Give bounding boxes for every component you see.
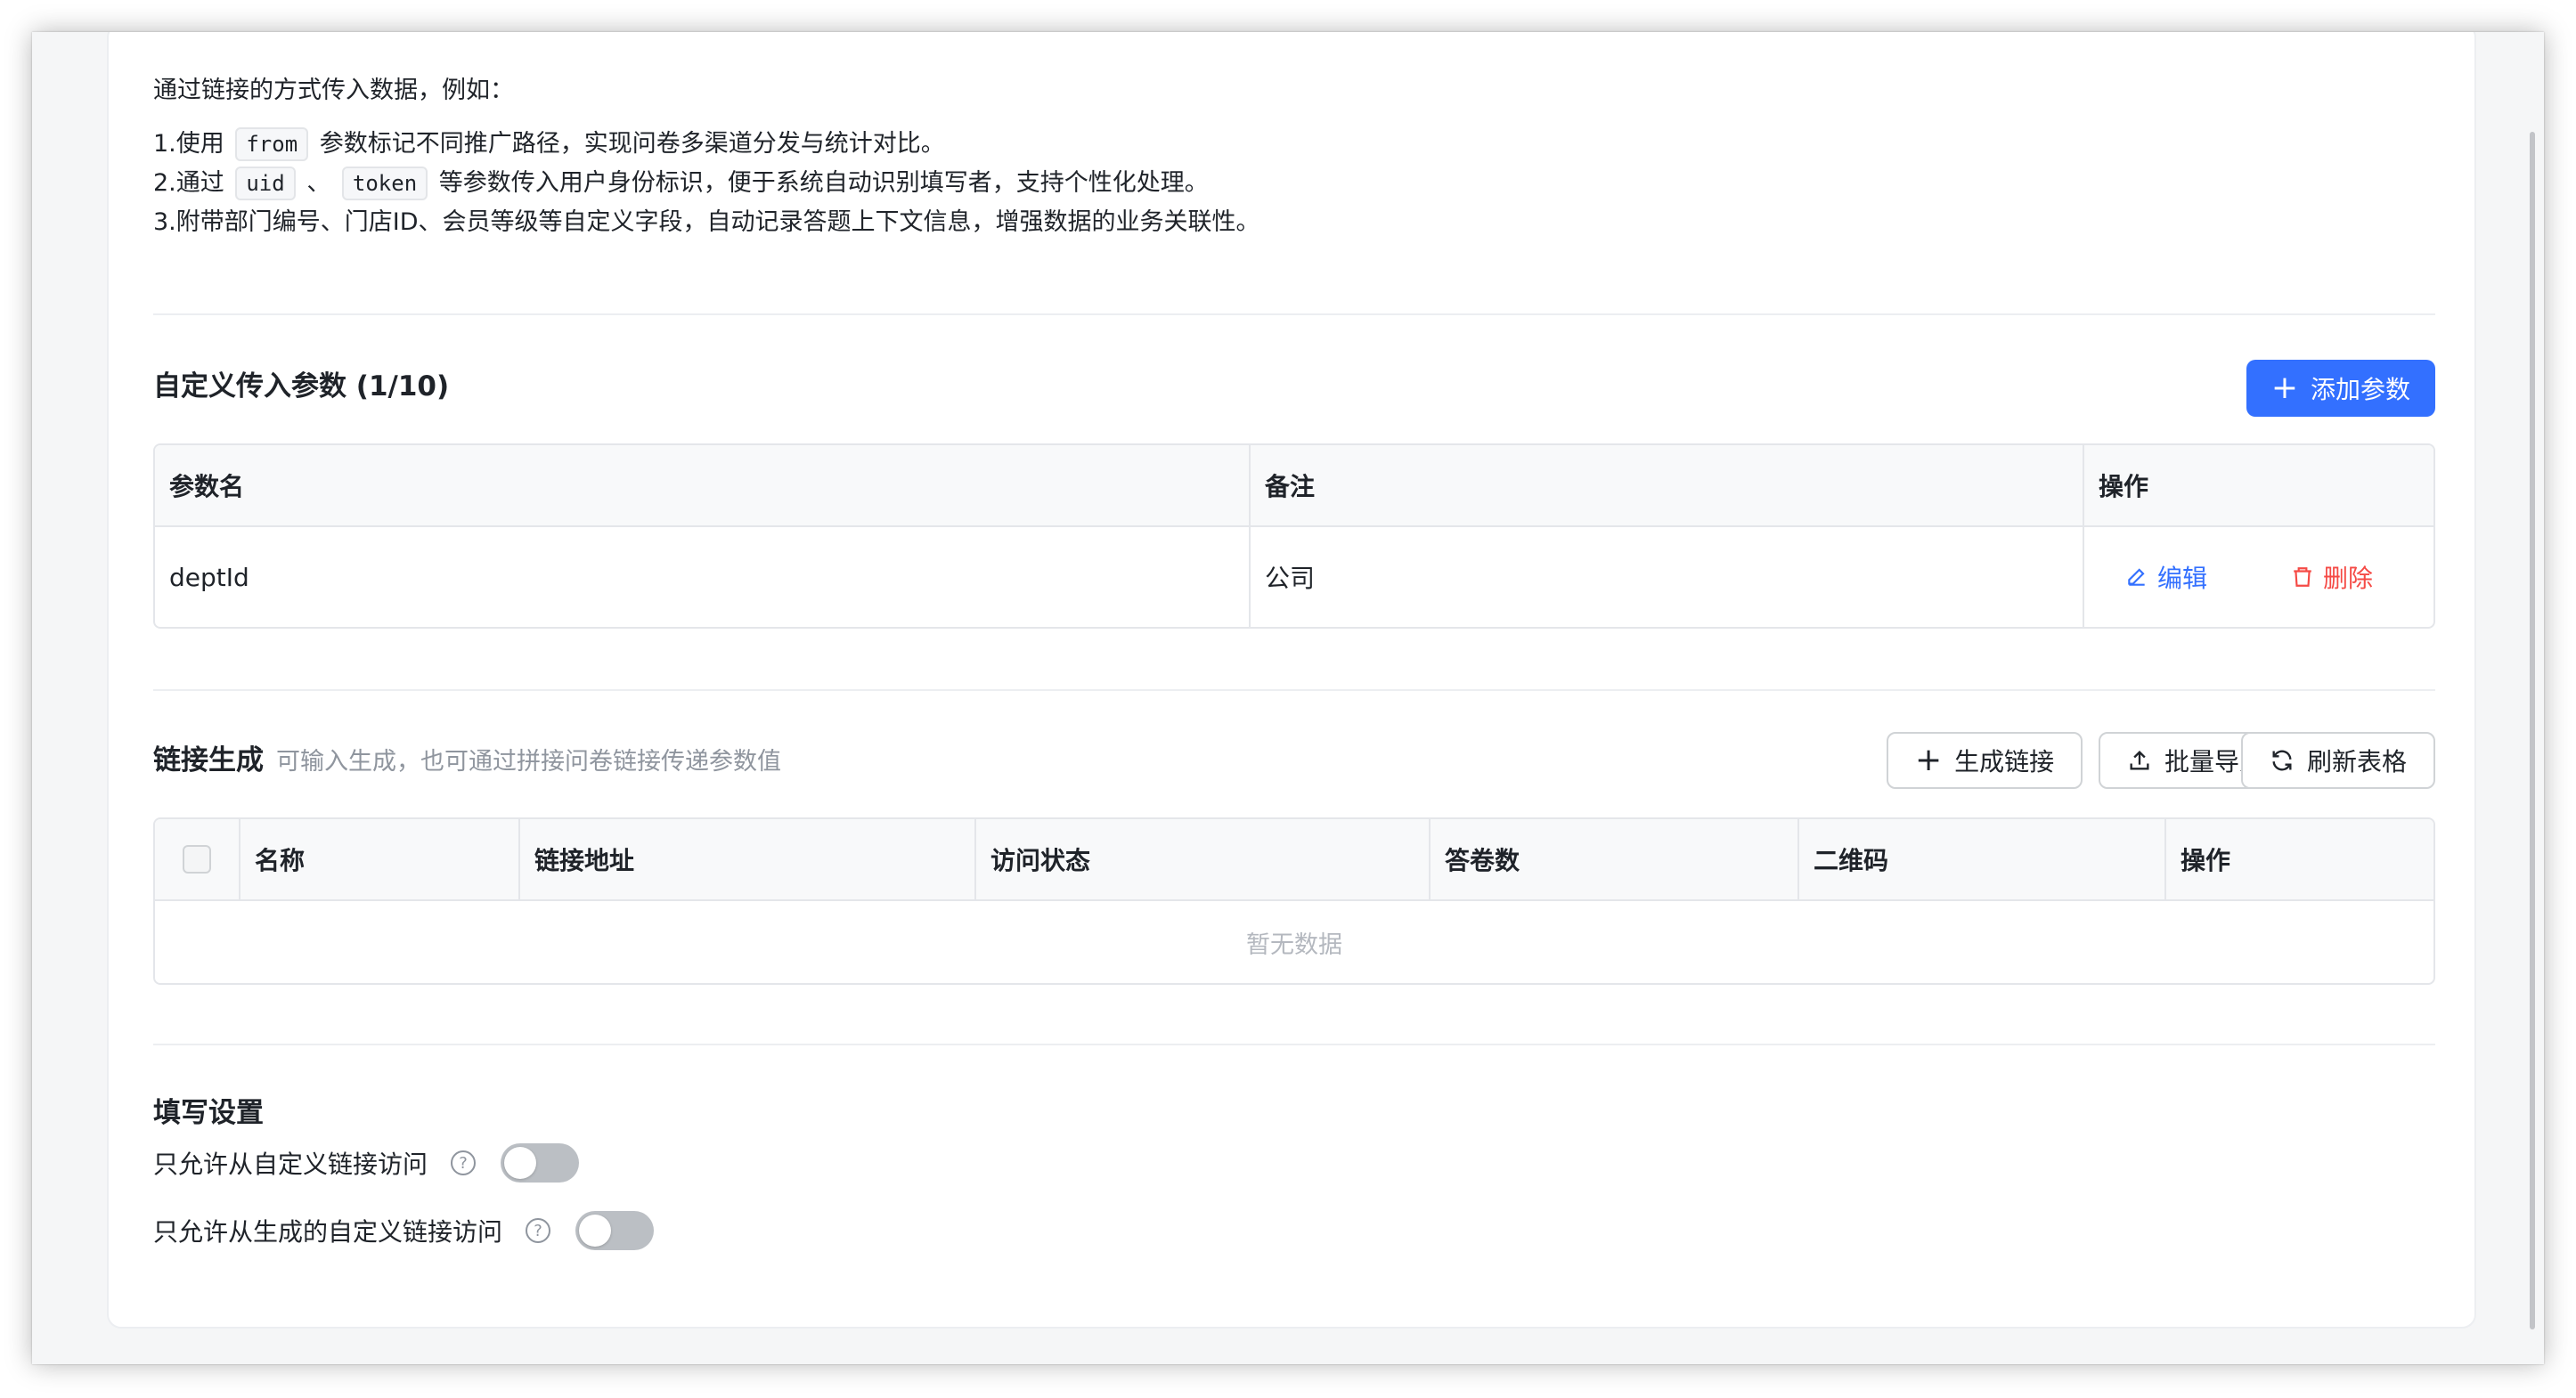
intro-line-1-suffix: 参数标记不同推广路径，实现问卷多渠道分发与统计对比。: [319, 130, 945, 158]
toggle-knob: [504, 1147, 537, 1179]
links-table: 名称 链接地址 访问状态 答卷数 二维码 操作 暂无数据: [153, 817, 2435, 985]
setting-label: 只允许从自定义链接访问: [153, 1150, 428, 1179]
intro-line-1-prefix: 1.使用: [153, 130, 224, 158]
empty-state: 暂无数据: [1246, 931, 1342, 959]
scrollbar-thumb[interactable]: [2530, 132, 2535, 1329]
generate-link-button[interactable]: + 生成链接: [1887, 732, 2083, 789]
edit-icon: [2128, 568, 2145, 586]
edit-button[interactable]: 编辑: [2125, 559, 2207, 595]
intro-line-2-prefix: 2.通过: [153, 169, 224, 197]
trash-icon: [2294, 567, 2311, 587]
help-icon[interactable]: ?: [451, 1150, 477, 1175]
add-param-button[interactable]: + 添加参数: [2246, 360, 2435, 417]
param-actions-cell: 编辑 删除: [2084, 527, 2433, 627]
col-actions: 操作: [2084, 445, 2433, 527]
col-name: 名称: [240, 819, 520, 901]
add-param-label: 添加参数: [2310, 375, 2410, 404]
toggle-knob: [579, 1215, 612, 1247]
code-token: token: [341, 167, 428, 200]
links-section-title: 链接生成 可输入生成，也可通过拼接问卷链接传递参数值: [153, 737, 781, 777]
code-from: from: [235, 127, 309, 161]
intro-line-1: 1.使用 from 参数标记不同推广路径，实现问卷多渠道分发与统计对比。: [153, 125, 945, 164]
plus-icon: +: [1915, 742, 1943, 778]
divider: [153, 313, 2435, 315]
col-link-url: 链接地址: [520, 819, 976, 901]
upload-icon: [2130, 751, 2149, 770]
param-name-cell: deptId: [155, 527, 1251, 627]
setting-custom-link-only: 只允许从自定义链接访问 ?: [153, 1143, 580, 1183]
param-remark-cell: 公司: [1251, 527, 2084, 627]
intro-line-2: 2.通过 uid 、 token 等参数传入用户身份标识，便于系统自动识别填写者…: [153, 164, 1209, 203]
refresh-table-button[interactable]: 刷新表格: [2240, 732, 2435, 789]
delete-label: 删除: [2323, 564, 2374, 593]
settings-card: 通过链接的方式传入数据，例如： 1.使用 from 参数标记不同推广路径，实现问…: [107, 32, 2476, 1329]
intro-line-0: 通过链接的方式传入数据，例如：: [153, 77, 514, 104]
scrollbar[interactable]: [2517, 32, 2544, 1364]
params-table: 参数名 备注 操作 deptId 公司 编辑 删除: [153, 443, 2435, 629]
col-actions: 操作: [2166, 819, 2433, 901]
refresh-table-label: 刷新表格: [2306, 747, 2407, 776]
app-window: 通过链接的方式传入数据，例如： 1.使用 from 参数标记不同推广路径，实现问…: [32, 32, 2544, 1364]
setting-label: 只允许从生成的自定义链接访问: [153, 1217, 503, 1247]
col-param-name: 参数名: [155, 445, 1251, 527]
generated-link-only-toggle[interactable]: [575, 1211, 655, 1250]
col-access-status: 访问状态: [976, 819, 1431, 901]
links-title-text: 链接生成: [153, 744, 264, 776]
links-table-header: 名称 链接地址 访问状态 答卷数 二维码 操作: [155, 819, 2433, 901]
params-table-header: 参数名 备注 操作: [155, 445, 2433, 527]
col-response-count: 答卷数: [1431, 819, 1799, 901]
divider: [153, 689, 2435, 691]
delete-button[interactable]: 删除: [2291, 559, 2373, 595]
help-icon[interactable]: ?: [526, 1218, 551, 1243]
col-qrcode: 二维码: [1799, 819, 2166, 901]
code-uid: uid: [235, 167, 296, 200]
intro-line-3: 3.附带部门编号、门店ID、会员等级等自定义字段，自动记录答题上下文信息，增强数…: [153, 208, 1260, 236]
col-select: [155, 819, 240, 901]
links-hint: 可输入生成，也可通过拼接问卷链接传递参数值: [276, 748, 781, 776]
select-all-checkbox[interactable]: [183, 845, 211, 874]
col-remark: 备注: [1251, 445, 2084, 527]
intro-line-2-suffix: 等参数传入用户身份标识，便于系统自动识别填写者，支持个性化处理。: [438, 169, 1209, 197]
edit-label: 编辑: [2157, 564, 2208, 593]
divider: [153, 1044, 2435, 1045]
table-row: deptId 公司 编辑 删除: [155, 527, 2433, 627]
setting-generated-link-only: 只允许从生成的自定义链接访问 ?: [153, 1211, 655, 1250]
plus-icon: +: [2270, 370, 2298, 406]
refresh-icon: [2272, 750, 2292, 771]
intro-line-2-sep: 、: [306, 169, 331, 197]
generate-link-label: 生成链接: [1954, 747, 2055, 776]
params-section-title: 自定义传入参数 (1/10): [153, 370, 450, 402]
custom-link-only-toggle[interactable]: [501, 1143, 580, 1183]
fill-settings-title: 填写设置: [153, 1097, 264, 1129]
